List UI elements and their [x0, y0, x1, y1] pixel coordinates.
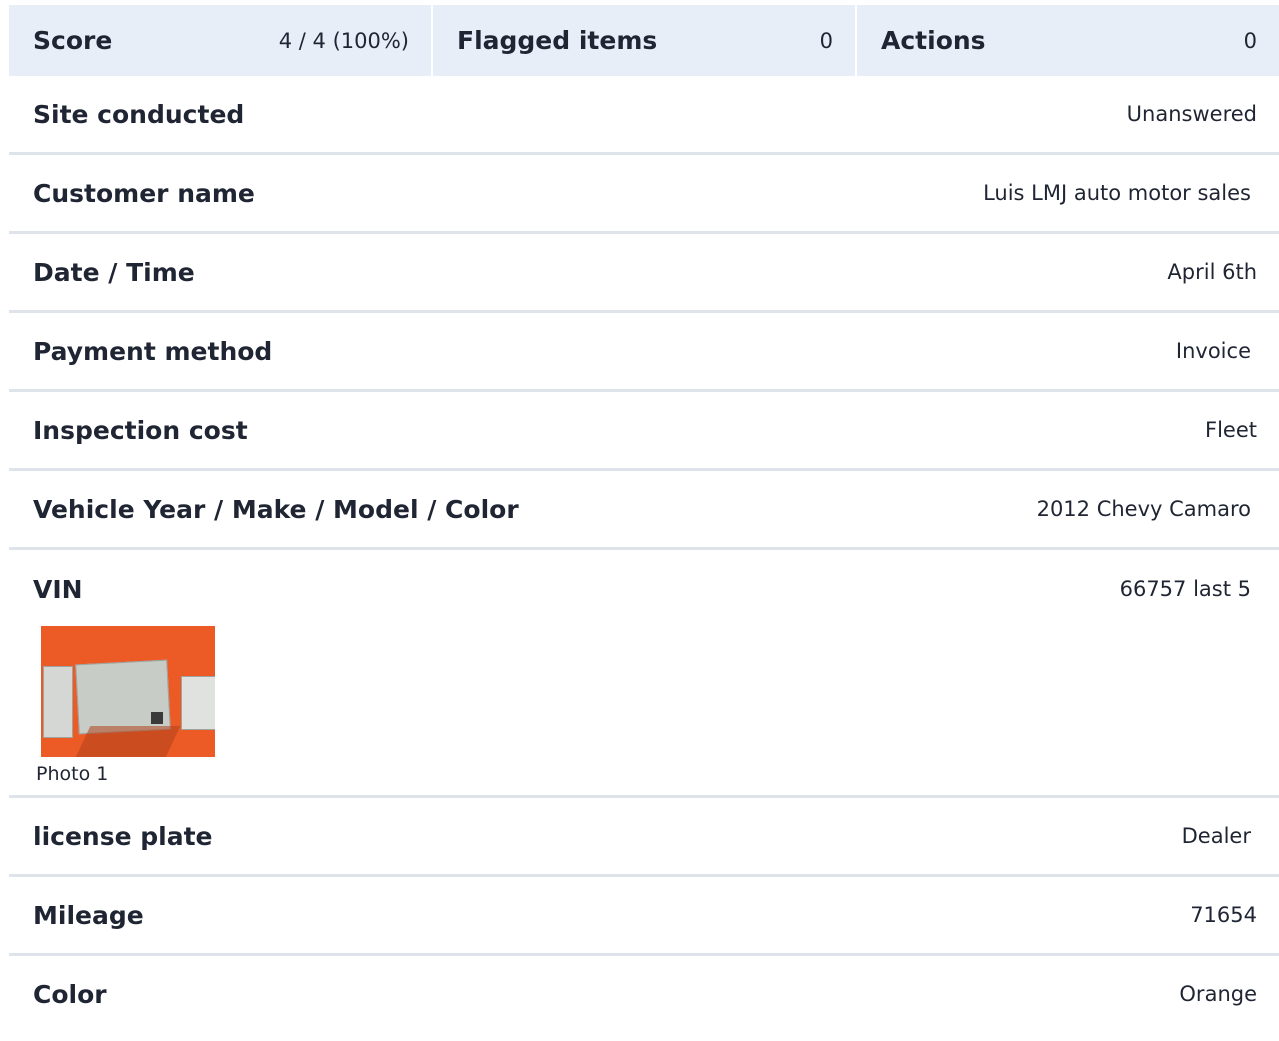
- score-value: 4 / 4 (100%): [278, 28, 409, 53]
- photo-barcode: [151, 712, 163, 724]
- photo-shadow: [71, 726, 181, 757]
- vin-photo-attachment[interactable]: Photo 1: [33, 626, 1257, 795]
- field-row-vin: VIN 66757 last 5 Photo 1: [9, 550, 1279, 798]
- field-row-color: Color Orange: [9, 956, 1279, 1032]
- field-label: Payment method: [33, 336, 273, 366]
- field-value: Unanswered: [1126, 102, 1257, 126]
- field-row-payment-method: Payment method Invoice: [9, 313, 1279, 392]
- photo-sticker: [43, 666, 73, 738]
- vin-photo-thumbnail[interactable]: [41, 626, 215, 757]
- field-label: Mileage: [33, 900, 144, 930]
- field-value: Luis LMJ auto motor sales: [983, 181, 1251, 205]
- photo-sticker: [181, 676, 215, 730]
- field-value: 71654: [1190, 903, 1257, 927]
- field-value: April 6th: [1167, 260, 1257, 284]
- flagged-items-value: 0: [819, 28, 833, 53]
- actions-label: Actions: [881, 26, 986, 55]
- field-value: Orange: [1179, 982, 1257, 1006]
- field-value: 2012 Chevy Camaro: [1036, 497, 1251, 521]
- flagged-items-summary: Flagged items 0: [433, 5, 857, 76]
- field-value: 66757 last 5: [1119, 577, 1251, 601]
- field-label: Date / Time: [33, 257, 195, 287]
- field-list: Site conducted Unanswered Customer name …: [9, 76, 1279, 1032]
- score-summary: Score 4 / 4 (100%): [9, 5, 433, 76]
- summary-bar: Score 4 / 4 (100%) Flagged items 0 Actio…: [9, 5, 1279, 76]
- field-label: VIN: [33, 574, 83, 604]
- field-label: Inspection cost: [33, 415, 248, 445]
- score-label: Score: [33, 26, 113, 55]
- field-label: license plate: [33, 821, 213, 851]
- actions-summary: Actions 0: [857, 5, 1279, 76]
- inspection-report: Score 4 / 4 (100%) Flagged items 0 Actio…: [9, 5, 1279, 1032]
- field-value: Fleet: [1205, 418, 1257, 442]
- field-label: Color: [33, 979, 107, 1009]
- actions-value: 0: [1243, 28, 1257, 53]
- field-label: Customer name: [33, 178, 255, 208]
- field-row-customer-name: Customer name Luis LMJ auto motor sales: [9, 155, 1279, 234]
- field-row-site-conducted: Site conducted Unanswered: [9, 76, 1279, 155]
- field-row-date-time: Date / Time April 6th: [9, 234, 1279, 313]
- field-value: Invoice: [1175, 339, 1251, 363]
- field-label: Site conducted: [33, 99, 245, 129]
- field-value: Dealer: [1181, 824, 1251, 848]
- field-row-mileage: Mileage 71654: [9, 877, 1279, 956]
- flagged-items-label: Flagged items: [457, 26, 658, 55]
- field-row-inspection-cost: Inspection cost Fleet: [9, 392, 1279, 471]
- field-row-license-plate: license plate Dealer: [9, 798, 1279, 877]
- field-row-vehicle: Vehicle Year / Make / Model / Color 2012…: [9, 471, 1279, 550]
- photo-caption: Photo 1: [36, 763, 109, 785]
- field-label: Vehicle Year / Make / Model / Color: [33, 494, 519, 524]
